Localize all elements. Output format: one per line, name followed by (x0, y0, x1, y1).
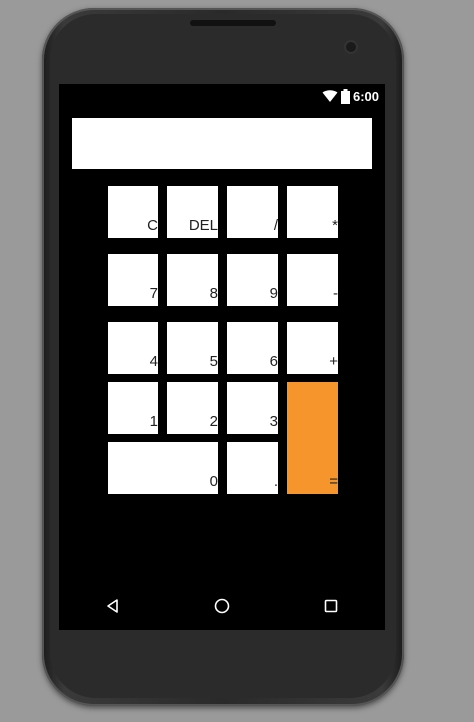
wifi-icon (322, 90, 338, 102)
battery-icon (340, 88, 350, 104)
decimal-button-label: . (273, 473, 278, 490)
front-camera (346, 42, 356, 52)
digit-8-label: 8 (209, 285, 218, 302)
minus-button-label: - (333, 285, 338, 302)
digit-8-button[interactable]: 8 (167, 254, 218, 306)
delete-button-label: DEL (188, 217, 218, 234)
calculator-display[interactable] (72, 118, 372, 169)
digit-3-button[interactable]: 3 (227, 382, 278, 434)
status-bar: 6:00 (59, 84, 385, 108)
speaker-grille (190, 20, 276, 26)
status-time: 6:00 (352, 88, 379, 104)
digit-0-button[interactable]: 0 (108, 442, 218, 494)
digit-5-label: 5 (209, 353, 218, 370)
back-button[interactable] (93, 586, 133, 626)
multiply-button-label: * (332, 217, 338, 234)
clear-button[interactable]: C (108, 186, 158, 238)
delete-button[interactable]: DEL (167, 186, 218, 238)
navigation-bar (59, 582, 385, 630)
digit-6-label: 6 (269, 353, 278, 370)
minus-button[interactable]: - (287, 254, 338, 306)
back-icon (107, 599, 119, 613)
digit-7-label: 7 (149, 285, 158, 302)
digit-4-button[interactable]: 4 (108, 322, 158, 374)
digit-2-label: 2 (209, 413, 218, 430)
digit-9-button[interactable]: 9 (227, 254, 278, 306)
decimal-button[interactable]: . (227, 442, 278, 494)
recents-icon (324, 599, 337, 613)
plus-button-label: + (329, 353, 338, 370)
equals-button[interactable]: = (287, 382, 338, 494)
digit-6-button[interactable]: 6 (227, 322, 278, 374)
device-screen: 6:00 C DEL / * 7 8 9 - 4 5 6 + 1 2 3 = 0… (59, 84, 385, 630)
home-button[interactable] (202, 586, 242, 626)
digit-9-label: 9 (269, 285, 278, 302)
digit-4-label: 4 (149, 353, 158, 370)
digit-3-label: 3 (269, 413, 278, 430)
multiply-button[interactable]: * (287, 186, 338, 238)
digit-0-label: 0 (209, 473, 218, 490)
clear-button-label: C (147, 217, 158, 234)
home-icon (214, 598, 230, 614)
digit-5-button[interactable]: 5 (167, 322, 218, 374)
digit-7-button[interactable]: 7 (108, 254, 158, 306)
recents-button[interactable] (311, 586, 351, 626)
divide-button[interactable]: / (227, 186, 278, 238)
digit-1-label: 1 (149, 413, 158, 430)
plus-button[interactable]: + (287, 322, 338, 374)
digit-2-button[interactable]: 2 (167, 382, 218, 434)
divide-button-label: / (273, 217, 278, 234)
equals-button-label: = (329, 473, 338, 490)
digit-1-button[interactable]: 1 (108, 382, 158, 434)
